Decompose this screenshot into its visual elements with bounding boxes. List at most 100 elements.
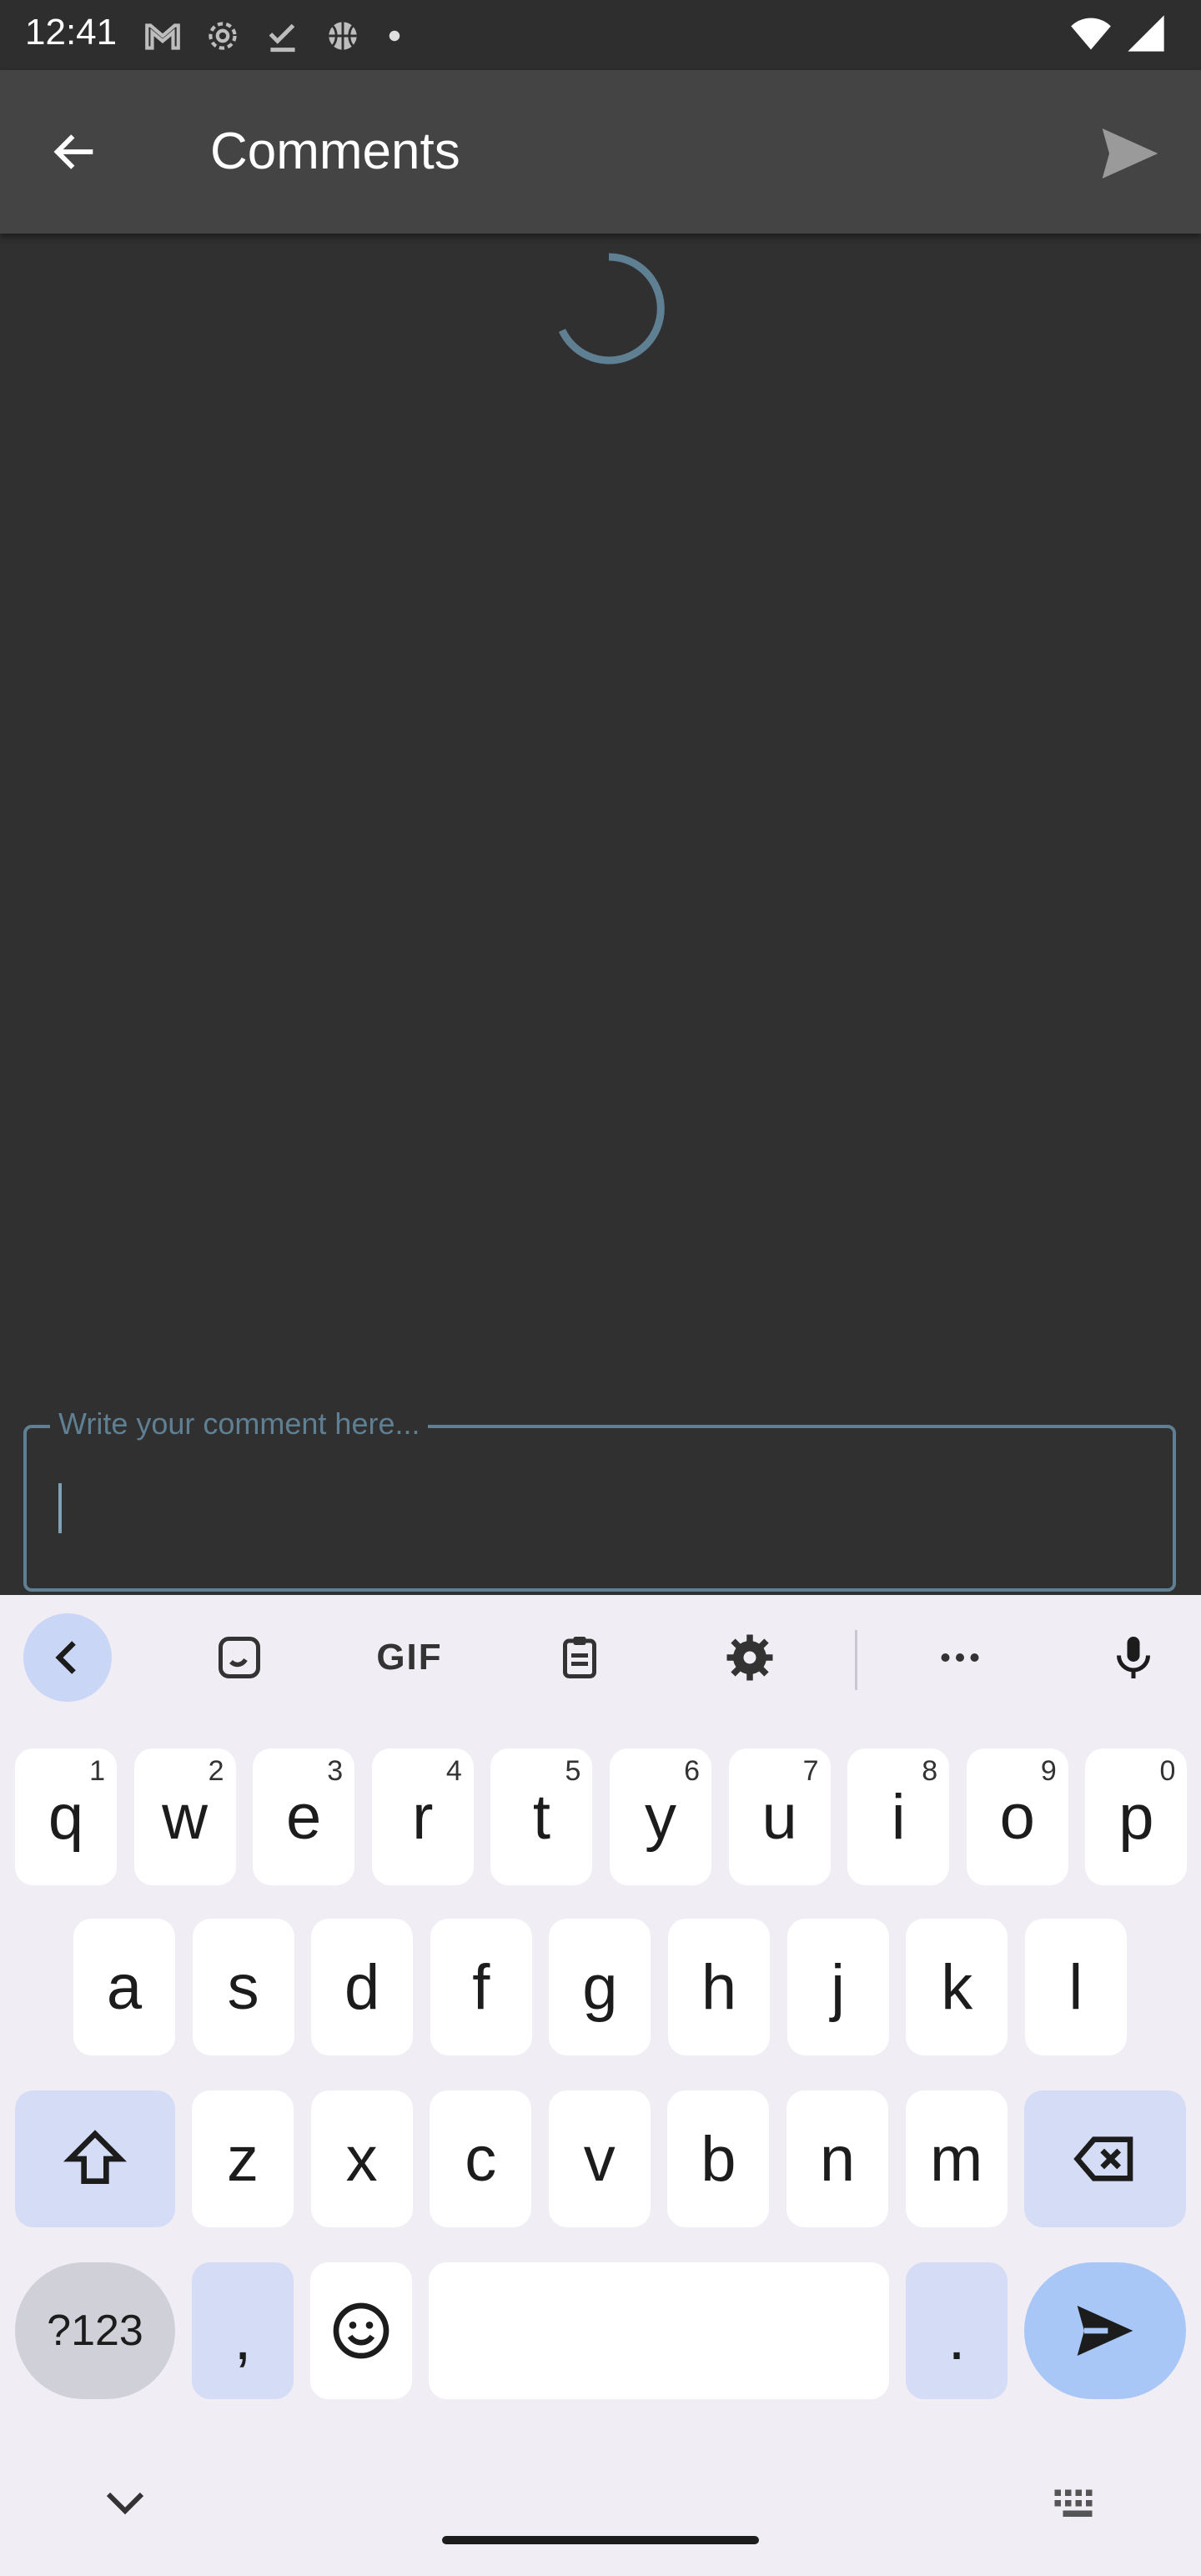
key-hint: 2: [208, 1755, 224, 1787]
back-button[interactable]: [33, 110, 117, 194]
key-label: e: [286, 1781, 322, 1853]
wifi-icon: [1071, 18, 1111, 50]
key-k[interactable]: k: [906, 1919, 1008, 2055]
shift-key[interactable]: [15, 2090, 175, 2227]
key-a[interactable]: a: [73, 1919, 175, 2055]
key-hint: 0: [1159, 1755, 1176, 1787]
key-x[interactable]: x: [310, 2090, 413, 2227]
key-hint: 3: [327, 1755, 344, 1787]
send-icon: [1102, 128, 1158, 179]
key-y[interactable]: y6: [610, 1748, 711, 1885]
sticker-button[interactable]: [195, 1613, 284, 1702]
key-l[interactable]: l: [1024, 1919, 1127, 2055]
key-g[interactable]: g: [549, 1919, 651, 2055]
key-w[interactable]: w2: [133, 1748, 236, 1885]
page-title: Comments: [210, 123, 460, 180]
key-j[interactable]: j: [786, 1919, 889, 2055]
key-n[interactable]: n: [786, 2090, 888, 2227]
key-q[interactable]: q1: [15, 1748, 117, 1885]
key-hint: 1: [89, 1755, 105, 1787]
key-u[interactable]: u7: [728, 1748, 831, 1885]
system-indicators: [1069, 12, 1168, 55]
key-z[interactable]: z: [192, 2090, 294, 2227]
key-e[interactable]: e3: [253, 1748, 355, 1885]
keyboard-collapse-button[interactable]: [23, 1613, 112, 1702]
symbols-key-label: ?123: [47, 2307, 143, 2355]
key-b[interactable]: b: [667, 2090, 770, 2227]
key-s[interactable]: s: [192, 1919, 294, 2055]
backspace-key[interactable]: [1024, 2090, 1186, 2227]
key-label: s: [227, 1951, 259, 2023]
key-label: b: [701, 2123, 736, 2195]
key-label: v: [583, 2123, 616, 2195]
key-label: p: [1118, 1781, 1154, 1853]
status-time: 12:41: [25, 12, 118, 53]
key-label: m: [929, 2123, 983, 2195]
comment-input[interactable]: [23, 1425, 1176, 1592]
key-d[interactable]: d: [311, 1919, 414, 2055]
key-f[interactable]: f: [430, 1919, 532, 2055]
key-i[interactable]: i8: [847, 1748, 950, 1885]
send-icon: [1077, 2306, 1133, 2356]
period-key-label: .: [947, 2302, 966, 2373]
key-m[interactable]: m: [905, 2090, 1008, 2227]
text-cursor: [58, 1483, 62, 1533]
chevron-left-icon: [55, 1641, 76, 1674]
keyboard-settings-button[interactable]: [706, 1613, 794, 1702]
settings-gear-icon: [209, 22, 237, 50]
key-r[interactable]: r4: [371, 1748, 474, 1885]
key-label: f: [472, 1951, 490, 2023]
clipboard-button[interactable]: [535, 1613, 624, 1702]
send-comment-button[interactable]: [1084, 112, 1176, 195]
key-label: q: [48, 1781, 84, 1853]
key-label: o: [999, 1781, 1035, 1853]
key-label: l: [1068, 1951, 1083, 2023]
settings-icon: [726, 1634, 773, 1681]
gif-button[interactable]: GIF: [365, 1613, 454, 1702]
key-label: u: [761, 1781, 797, 1853]
keyboard-toolbar: GIF: [0, 1595, 1201, 1720]
gmail-icon: [145, 23, 180, 50]
key-label: j: [831, 1951, 846, 2023]
key-label: d: [344, 1951, 380, 2023]
voice-input-button[interactable]: [1089, 1613, 1178, 1702]
key-label: a: [106, 1951, 143, 2023]
send-key[interactable]: [1024, 2262, 1186, 2399]
key-label: g: [582, 1951, 618, 2023]
emoji-key[interactable]: [310, 2262, 412, 2399]
key-hint: 9: [1040, 1755, 1057, 1787]
key-hint: 6: [684, 1755, 700, 1787]
keyboard-switch-icon[interactable]: [1053, 2488, 1103, 2521]
key-label: i: [891, 1781, 906, 1853]
backspace-icon: [1073, 2136, 1133, 2181]
key-hint: 7: [802, 1755, 819, 1787]
key-h[interactable]: h: [668, 1919, 770, 2055]
space-key[interactable]: [429, 2262, 889, 2399]
key-label: c: [465, 2123, 497, 2195]
toolbar-divider: [855, 1630, 857, 1690]
hide-keyboard-chevron-icon[interactable]: [100, 2486, 150, 2519]
dot-icon: [389, 30, 400, 42]
clipboard-icon: [563, 1637, 596, 1678]
comma-key[interactable]: ,: [192, 2262, 294, 2399]
key-o[interactable]: o9: [966, 1748, 1068, 1885]
key-label: x: [345, 2123, 378, 2195]
symbols-key[interactable]: ?123: [15, 2262, 175, 2399]
comment-input-label: Write your comment here...: [50, 1406, 429, 1441]
key-p[interactable]: p0: [1085, 1748, 1188, 1885]
more-options-button[interactable]: [916, 1613, 1004, 1702]
key-c[interactable]: c: [430, 2090, 532, 2227]
loading-spinner: [558, 253, 665, 365]
key-t[interactable]: t5: [490, 1748, 593, 1885]
status-bar: 12:41: [0, 0, 1201, 70]
key-v[interactable]: v: [548, 2090, 651, 2227]
key-label: h: [701, 1951, 737, 2023]
key-label: w: [162, 1781, 209, 1853]
key-label: y: [645, 1781, 676, 1853]
emoji-icon: [333, 2302, 389, 2359]
more-icon: [941, 1653, 979, 1662]
key-hint: 4: [445, 1755, 462, 1787]
period-key[interactable]: .: [906, 2262, 1008, 2399]
sticker-icon: [219, 1637, 260, 1678]
key-label: n: [819, 2123, 856, 2195]
